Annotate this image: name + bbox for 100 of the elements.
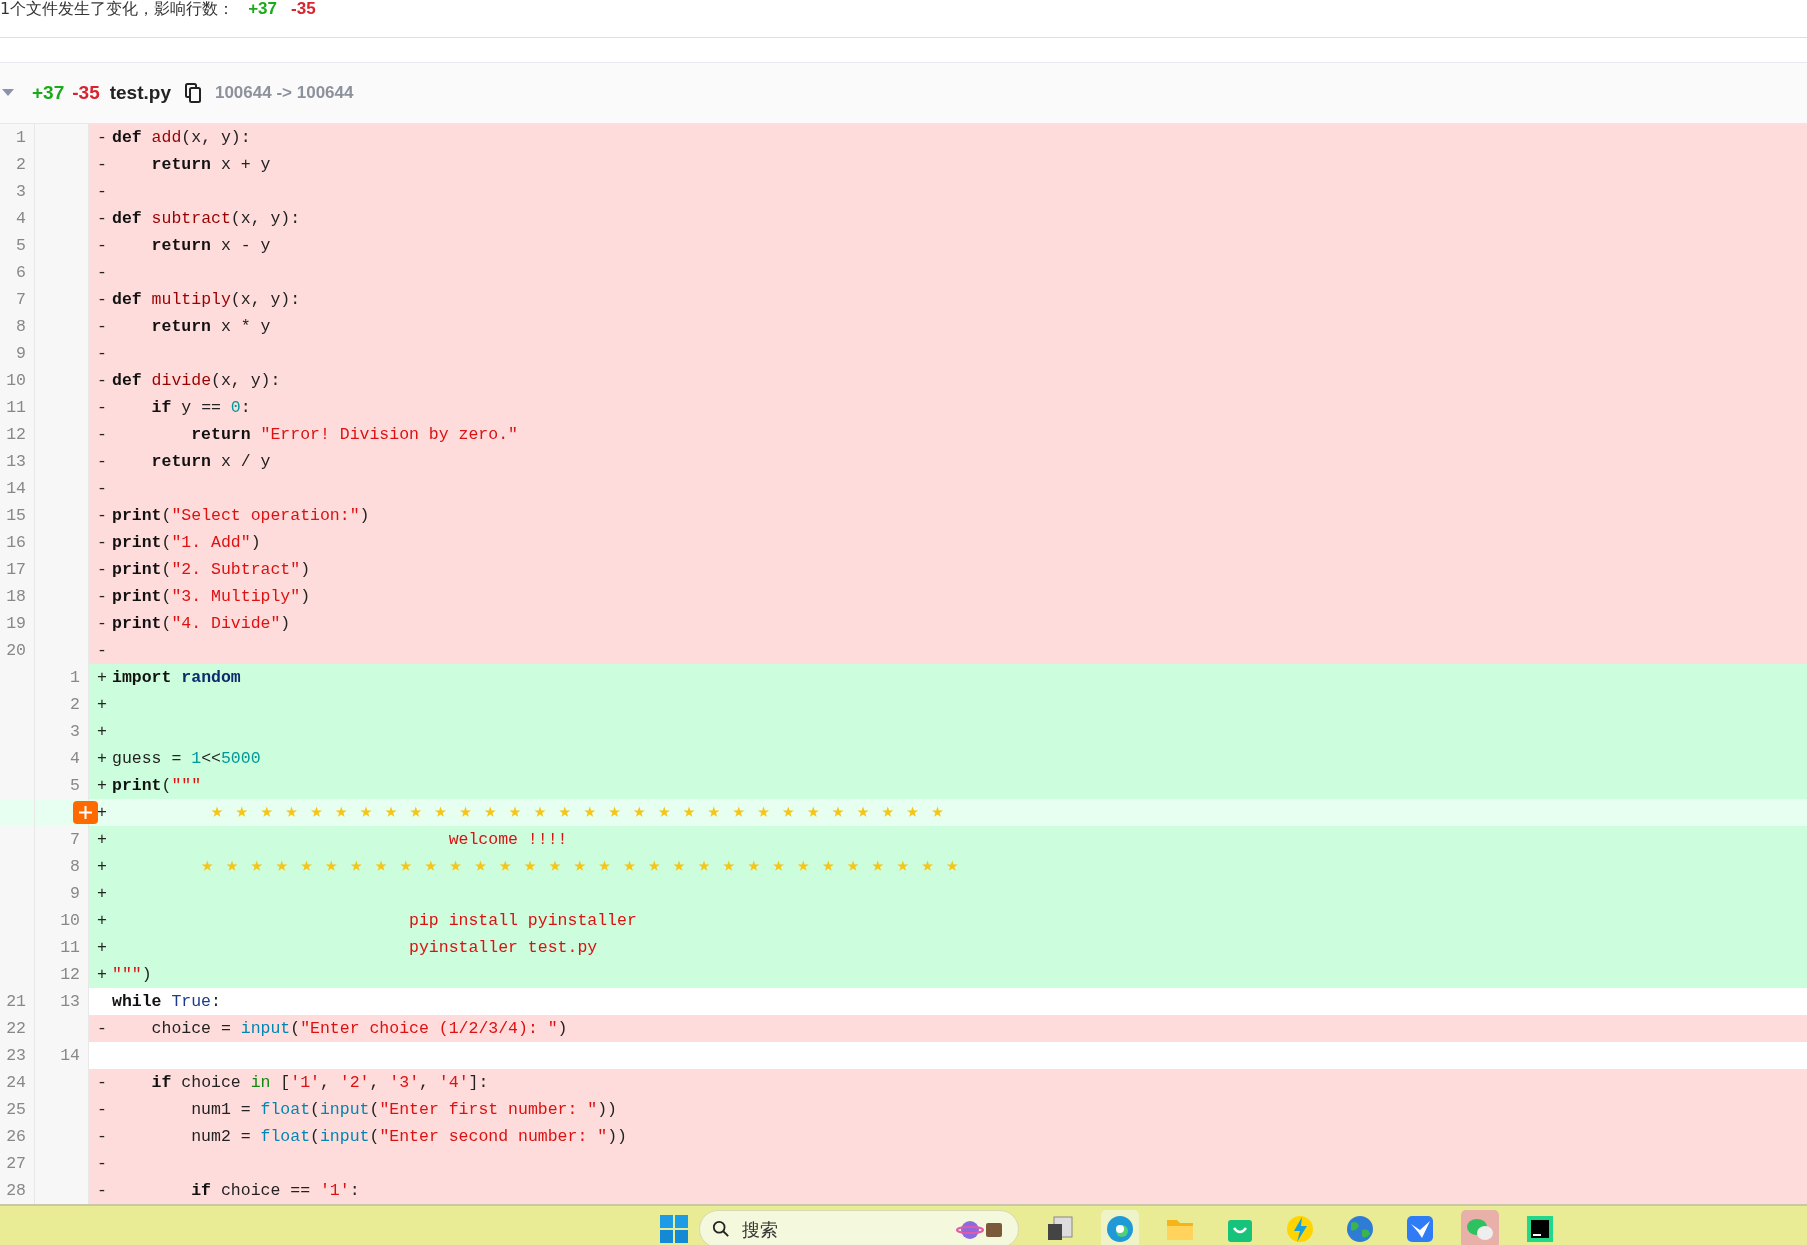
line-number: 10 [0,367,35,394]
diff-sign: - [97,316,107,338]
diff-sign: - [97,289,107,311]
edge-app-button[interactable] [1101,1210,1139,1245]
line-number: 9 [35,880,89,907]
chat-app-button[interactable] [1461,1210,1499,1245]
diff-sign: + [97,775,107,797]
code-line: if choice == '1': [190,1180,360,1202]
diff-sign: - [97,127,107,149]
diff-sign: - [97,370,107,392]
line-number: 11 [35,934,89,961]
search-field[interactable]: 搜索 [740,1217,946,1241]
code-line: print("2. Subtract") [112,559,311,581]
line-number: 3 [35,718,89,745]
line-number: 8 [0,313,35,340]
code-line: if choice in ['1', '2', '3', '4']: [150,1072,489,1094]
line-number: 14 [0,475,35,502]
removed-count: -35 [72,82,100,104]
line-number: 19 [0,610,35,637]
code-line: num1 = float(input("Enter first number: ")) [190,1099,618,1121]
diff-sign: - [97,343,107,365]
line-number: 15 [0,502,35,529]
gutter-cell [35,1177,89,1204]
diff-sign: + [97,964,107,986]
diff-sign: - [97,1072,107,1094]
diff-sign: - [97,505,107,527]
line-number: 28 [0,1177,35,1204]
line-number: 21 [0,988,35,1015]
line-number: 17 [0,556,35,583]
diff-sign: - [97,424,107,446]
summary-text: 1个文件发生了变化，影响行数： [0,0,235,18]
line-number: 13 [0,448,35,475]
code-line: ★★★★★★★★★★★★★★★★★★★★★★★★★★★★★★ [210,799,957,824]
line-number: 4 [0,205,35,232]
line-number: 24 [0,1069,35,1096]
diff-sign: - [97,532,107,554]
diff-sign: - [97,1018,107,1040]
line-number: 1 [35,664,89,691]
diff-sign: - [97,613,107,635]
diff-sign: - [97,154,107,176]
code-line: print("4. Divide") [112,613,291,635]
code-line: def multiply(x, y): [112,289,301,311]
code-line: ★★★★★★★★★★★★★★★★★★★★★★★★★★★★★★★ [200,853,972,878]
diff-sign: - [97,1180,107,1202]
code-line: print("1. Add") [112,532,261,554]
diff-sign: - [97,181,107,203]
line-number: 8 [35,853,89,880]
line-number: 2 [0,151,35,178]
code-line: pyinstaller test.py [408,937,598,959]
diff-sign: - [97,1153,107,1175]
line-number: 23 [0,1042,35,1069]
code-line: return x / y [150,451,271,473]
diff-sign: + [97,829,107,851]
line-number: 5 [35,772,89,799]
code-line: def add(x, y): [112,127,251,149]
line-number: 9 [0,340,35,367]
add-comment-button[interactable] [73,801,98,824]
code-line: pip install pyinstaller [408,910,637,932]
line-number: 12 [35,961,89,988]
code-line: print(""" [112,775,202,797]
line-number: 26 [0,1123,35,1150]
line-number: 1 [0,124,35,151]
diff-sign: + [97,937,107,959]
line-number: 4 [35,745,89,772]
diff-sign: - [97,208,107,230]
line-number: 25 [0,1096,35,1123]
search-icon [712,1220,730,1238]
code-line: import random [112,667,241,689]
code-line: print("3. Multiply") [112,586,311,608]
copy-icon[interactable] [184,83,201,103]
line-number: 14 [35,1042,89,1069]
diff-sign: - [97,235,107,257]
caret-icon[interactable] [2,89,14,97]
line-number: 11 [0,394,35,421]
diff-sign: - [97,262,107,284]
diff-sign: - [97,586,107,608]
code-line: num2 = float(input("Enter second number: ")) [190,1126,627,1148]
diff-sign: - [97,1099,107,1121]
code-line: """) [112,964,152,986]
diff-sign: + [97,883,107,905]
diff-sign: - [97,478,107,500]
code-line: if y == 0: [150,397,251,419]
diff-sign: - [97,559,107,581]
line-number: 12 [0,421,35,448]
code-line: return x * y [150,316,271,338]
code-line: choice = input("Enter choice (1/2/3/4): ") [150,1018,568,1040]
diff-sign: + [97,856,107,878]
line-number: 7 [0,286,35,313]
line-number: 18 [0,583,35,610]
line-number: 6 [0,259,35,286]
code-line: print("Select operation:") [112,505,370,527]
diff-sign: + [97,910,107,932]
diff-sign: + [97,802,107,824]
code-line: while True: [112,991,221,1013]
diff-sign: - [97,1126,107,1148]
line-number: 13 [35,988,89,1015]
code-line: return x - y [150,235,271,257]
code-line: def subtract(x, y): [112,208,301,230]
search-bar[interactable]: 搜索 [699,1210,1019,1245]
line-number: 20 [0,637,35,664]
